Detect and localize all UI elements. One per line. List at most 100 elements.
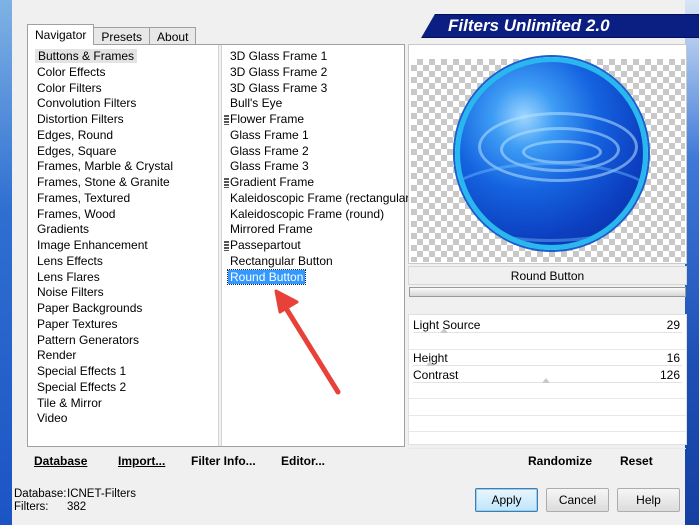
tab-presets[interactable]: Presets	[93, 27, 151, 45]
category-item-label: Lens Effects	[37, 253, 103, 268]
filter-item[interactable]: Glass Frame 1	[226, 128, 404, 144]
category-item[interactable]: Color Effects	[35, 65, 213, 81]
preset-button-bar: Randomize Reset	[408, 448, 687, 474]
category-item-label: Noise Filters	[37, 285, 104, 300]
category-item[interactable]: Video	[35, 411, 213, 427]
category-item[interactable]: Special Effects 1	[35, 364, 213, 380]
desktop-edge-left	[0, 0, 12, 525]
filter-item[interactable]: Glass Frame 3	[226, 159, 404, 175]
filter-item[interactable]: 3D Glass Frame 2	[226, 65, 404, 81]
cancel-button[interactable]: Cancel	[546, 488, 609, 512]
category-item-label: Paper Backgrounds	[37, 301, 143, 315]
slider-value: 126	[659, 367, 680, 382]
category-list[interactable]: Buttons & Frames Color Effects Color Filte…	[35, 49, 213, 427]
collection-marker-icon	[224, 241, 229, 251]
preview-canvas[interactable]	[411, 57, 685, 262]
category-item[interactable]: Distortion Filters	[35, 112, 213, 128]
slider-height[interactable]: Height 16	[409, 350, 686, 366]
tab-about[interactable]: About	[149, 27, 197, 45]
list-divider[interactable]	[218, 45, 222, 446]
slider-light-source[interactable]: Light Source 29	[409, 317, 686, 333]
category-item-label: Frames, Marble & Crystal	[37, 159, 174, 174]
filter-item[interactable]: Bull's Eye	[226, 96, 404, 112]
filter-item-label: Gradient Frame	[230, 175, 315, 189]
editor-button-label: Editor...	[281, 454, 326, 468]
category-item[interactable]: Edges, Round	[35, 128, 213, 144]
category-item-label: Frames, Stone & Granite	[37, 175, 170, 189]
category-item-label: Paper Textures	[37, 316, 118, 331]
category-item[interactable]: Paper Textures	[35, 317, 213, 333]
category-item[interactable]: Lens Effects	[35, 254, 213, 270]
category-item[interactable]: Render	[35, 348, 213, 364]
apply-button[interactable]: Apply	[475, 488, 538, 512]
filter-item[interactable]: Glass Frame 2	[226, 144, 404, 160]
filter-item[interactable]: Mirrored Frame	[226, 222, 404, 238]
category-item[interactable]: Lens Flares	[35, 270, 213, 286]
category-item[interactable]: Convolution Filters	[35, 96, 213, 112]
help-button[interactable]: Help	[617, 488, 680, 512]
category-item-label: Lens Flares	[37, 269, 100, 284]
filter-item[interactable]: 3D Glass Frame 1	[226, 49, 404, 65]
navigator-panel: Buttons & Frames Color Effects Color Filte…	[27, 44, 413, 447]
category-item-label: Convolution Filters	[37, 96, 137, 111]
filter-item-label: Round Button	[226, 268, 307, 285]
database-button[interactable]: Database	[34, 454, 87, 468]
slider-thumb[interactable]	[541, 377, 550, 383]
filter-info-button[interactable]: Filter Info...	[191, 454, 256, 468]
slider-empty	[409, 416, 686, 432]
filter-item[interactable]: Passepartout	[224, 238, 404, 254]
slider-contrast[interactable]: Contrast 126	[409, 367, 686, 383]
filter-item-label: Glass Frame 2	[230, 143, 309, 158]
category-item[interactable]: Buttons & Frames	[35, 49, 213, 65]
filter-item[interactable]: 3D Glass Frame 3	[226, 81, 404, 97]
category-item-label: Buttons & Frames	[35, 49, 138, 63]
category-item[interactable]: Edges, Square	[35, 144, 213, 160]
category-item[interactable]: Image Enhancement	[35, 238, 213, 254]
category-item[interactable]: Special Effects 2	[35, 380, 213, 396]
filter-item-label: 3D Glass Frame 2	[230, 64, 328, 79]
slider-empty	[409, 383, 686, 399]
category-item-label: Special Effects 2	[37, 379, 127, 394]
category-item[interactable]: Color Filters	[35, 81, 213, 97]
database-button-label: Database	[34, 454, 88, 468]
import-button-label: Import...	[118, 454, 166, 468]
category-item[interactable]: Paper Backgrounds	[35, 301, 213, 317]
category-item-label: Tile & Mirror	[37, 395, 102, 410]
category-item[interactable]: Frames, Wood	[35, 207, 213, 223]
filter-item[interactable]: Kaleidoscopic Frame (round)	[226, 207, 404, 223]
category-item[interactable]: Noise Filters	[35, 285, 213, 301]
reset-button[interactable]: Reset	[620, 454, 653, 468]
filter-item[interactable]: Gradient Frame	[224, 175, 404, 191]
filter-item[interactable]: Flower Frame	[224, 112, 404, 128]
category-item[interactable]: Frames, Stone & Granite	[35, 175, 213, 191]
category-item-label: Render	[37, 348, 77, 363]
database-value: ICNET-Filters	[67, 488, 136, 500]
category-item-label: Frames, Textured	[37, 190, 131, 205]
filter-item[interactable]: Round Button	[226, 268, 404, 286]
import-button[interactable]: Import...	[118, 454, 165, 468]
filter-item-label: Mirrored Frame	[230, 222, 313, 237]
slider-label: Contrast	[413, 367, 459, 382]
category-item-label: Pattern Generators	[37, 332, 140, 347]
database-label: Database:	[14, 488, 67, 500]
slider-thumb[interactable]	[439, 328, 448, 333]
category-item[interactable]: Frames, Textured	[35, 191, 213, 207]
navigator-button-bar: Database Import... Filter Info... Editor…	[27, 448, 405, 474]
database-info: Database:ICNET-Filters Filters: 382	[14, 488, 136, 514]
filter-item-label: Rectangular Button	[230, 253, 333, 268]
filter-item-label: Kaleidoscopic Frame (round)	[230, 206, 385, 221]
category-item[interactable]: Gradients	[35, 222, 213, 238]
randomize-button[interactable]: Randomize	[528, 454, 592, 468]
category-item[interactable]: Pattern Generators	[35, 333, 213, 349]
category-item[interactable]: Tile & Mirror	[35, 396, 213, 412]
filter-item[interactable]: Kaleidoscopic Frame (rectangular)	[226, 191, 413, 207]
filter-list[interactable]: 3D Glass Frame 1 3D Glass Frame 2 3D Glass…	[224, 49, 413, 286]
app-title: Filters Unlimited 2.0	[448, 16, 610, 35]
slider-value: 16	[666, 351, 680, 365]
slider-thumb[interactable]	[425, 361, 434, 366]
filter-item-label: Bull's Eye	[230, 96, 283, 111]
filter-item[interactable]: Rectangular Button	[226, 254, 404, 270]
editor-button[interactable]: Editor...	[281, 454, 325, 468]
category-item[interactable]: Frames, Marble & Crystal	[35, 159, 213, 175]
tab-navigator[interactable]: Navigator	[27, 24, 95, 45]
